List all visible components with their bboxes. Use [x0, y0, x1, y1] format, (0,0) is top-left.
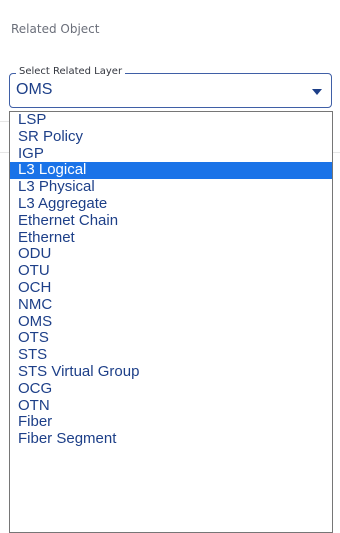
option-sts-virtual-group[interactable]: STS Virtual Group	[10, 363, 332, 381]
layer-options-list[interactable]: LSP SR Policy IGP L3 Logical L3 Physical…	[9, 111, 333, 533]
select-current-value: OMS	[16, 81, 53, 98]
panel-title: Related Object	[11, 22, 100, 36]
option-otu[interactable]: OTU	[10, 262, 332, 280]
option-sr-policy[interactable]: SR Policy	[10, 128, 332, 146]
option-ethernet-chain[interactable]: Ethernet Chain	[10, 212, 332, 230]
option-sts[interactable]: STS	[10, 346, 332, 364]
option-l3-aggregate[interactable]: L3 Aggregate	[10, 195, 332, 213]
related-object-panel: Related Object Select Related Layer OMS …	[0, 0, 340, 533]
option-igp[interactable]: IGP	[10, 145, 332, 163]
option-lsp[interactable]: LSP	[10, 112, 332, 129]
option-l3-physical[interactable]: L3 Physical	[10, 178, 332, 196]
related-layer-select[interactable]: Select Related Layer OMS	[9, 66, 332, 108]
select-legend-label: Select Related Layer	[16, 66, 126, 77]
background-divider-stub	[0, 121, 9, 154]
option-fiber-segment[interactable]: Fiber Segment	[10, 430, 332, 448]
option-nmc[interactable]: NMC	[10, 296, 332, 314]
option-otn[interactable]: OTN	[10, 397, 332, 415]
option-oms[interactable]: OMS	[10, 313, 332, 331]
option-odu[interactable]: ODU	[10, 246, 332, 263]
option-och[interactable]: OCH	[10, 279, 332, 297]
chevron-down-icon[interactable]	[312, 89, 322, 95]
option-ocg[interactable]: OCG	[10, 380, 332, 398]
option-ethernet[interactable]: Ethernet	[10, 229, 332, 247]
option-l3-logical[interactable]: L3 Logical	[10, 162, 332, 180]
option-ots[interactable]: OTS	[10, 330, 332, 347]
option-fiber[interactable]: Fiber	[10, 414, 332, 431]
